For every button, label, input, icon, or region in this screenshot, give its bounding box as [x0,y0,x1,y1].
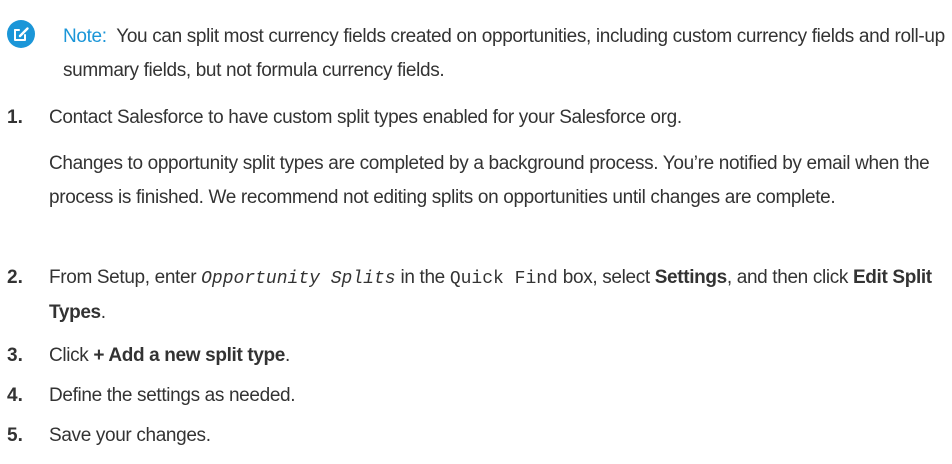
step-middle: in the [400,267,446,288]
step-number: 1. [7,107,23,128]
step-text: Contact Salesforce to have custom split … [49,107,682,128]
step-body: From Setup, enter Opportunity Splits in … [49,261,949,330]
step-suffix: . [100,302,106,323]
step-detail: Changes to opportunity split types are c… [49,153,930,208]
step-text: Click + Add a new split type. [49,339,949,373]
step-body: Save your changes. [49,419,949,453]
note-label: Note: [63,26,107,47]
step-body: Define the settings as needed. [49,379,949,413]
step-middle2: box, select [562,267,650,288]
step-prefix: From Setup, enter [49,267,197,288]
step-text: Define the settings as needed. [49,385,296,406]
step-suffix: . [285,345,290,366]
step-number: 3. [7,345,23,366]
edit-note-icon [7,20,35,48]
add-split-type-label: + Add a new split type [93,345,286,366]
step-middle3: , and then click [726,267,849,288]
step-body: Contact Salesforce to have custom split … [49,101,949,215]
settings-label: Settings [654,267,728,288]
step-number: 5. [7,425,23,446]
code-quick-find: Quick Find [449,269,558,289]
step-number: 2. [7,267,23,288]
note-body: You can split most currency fields creat… [63,26,945,81]
step-text: From Setup, enter Opportunity Splits in … [49,261,949,330]
step-text: Save your changes. [49,425,211,446]
code-opportunity-splits: Opportunity Splits [201,269,396,289]
step-body: Click + Add a new split type. [49,339,949,373]
step-number: 4. [7,385,23,406]
step-prefix: Click [49,345,89,366]
note-text: Note: You can split most currency fields… [63,20,952,88]
